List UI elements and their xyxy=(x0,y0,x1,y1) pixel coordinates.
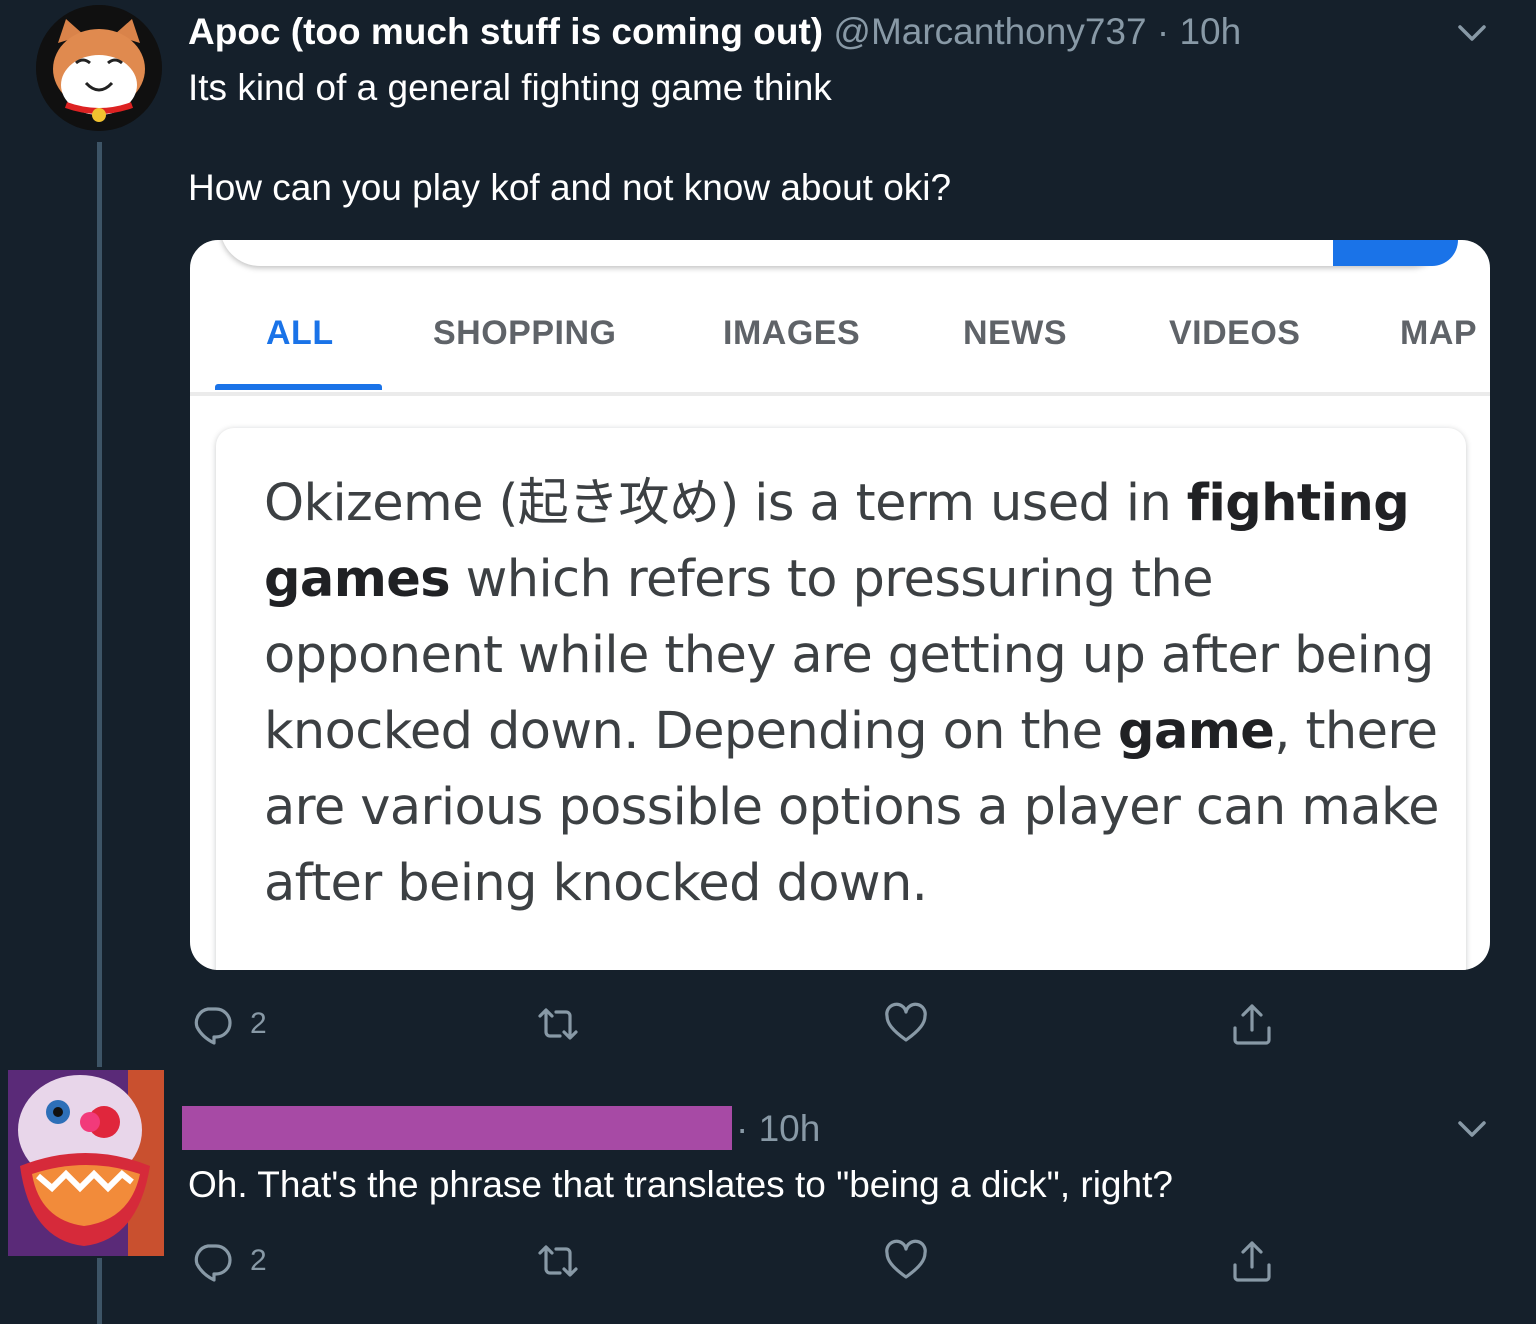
tab-images: IMAGES xyxy=(723,314,861,352)
handle[interactable]: @Marcanthony737 xyxy=(833,11,1146,52)
reply-icon xyxy=(194,1244,232,1282)
retweet-icon xyxy=(538,1008,578,1040)
retweet-button[interactable] xyxy=(536,999,596,1049)
retweet-icon xyxy=(538,1245,578,1277)
avatar[interactable] xyxy=(36,5,162,131)
like-icon xyxy=(885,1002,927,1042)
share-button[interactable] xyxy=(1230,1236,1274,1286)
retweet-button[interactable] xyxy=(536,1236,596,1286)
tab-shopping: SHOPPING xyxy=(433,314,617,352)
cat-avatar-image xyxy=(36,5,162,131)
tweet-text-line1: Its kind of a general fighting game thin… xyxy=(188,67,832,108)
search-tabs: ALL SHOPPING IMAGES NEWS VIDEOS MAP xyxy=(190,300,1490,390)
featured-snippet-card: Okizeme (起き攻め) is a term used in fightin… xyxy=(216,428,1466,970)
clown-avatar-image xyxy=(8,1070,164,1256)
reply-button[interactable]: 2 xyxy=(190,999,267,1049)
like-button[interactable] xyxy=(884,999,944,1049)
avatar[interactable] xyxy=(8,1070,164,1256)
snippet-part1: Okizeme (起き攻め) is a term used in xyxy=(264,474,1187,533)
tweet-media-image[interactable]: ALL SHOPPING IMAGES NEWS VIDEOS MAP Okiz… xyxy=(190,240,1490,970)
active-tab-underline xyxy=(215,384,382,390)
tweet-actions: 2 xyxy=(190,1236,1290,1286)
display-name[interactable]: Apoc (too much stuff is coming out) xyxy=(188,11,823,52)
tweet-text: Oh. That's the phrase that translates to… xyxy=(188,1164,1173,1205)
search-bar-remnant xyxy=(220,240,1450,266)
tab-news: NEWS xyxy=(963,314,1067,352)
share-button[interactable] xyxy=(1230,999,1274,1049)
tweet-header: Apoc (too much stuff is coming out) @Mar… xyxy=(188,10,1241,54)
tabs-divider xyxy=(190,392,1490,396)
timestamp[interactable]: 10h xyxy=(1179,11,1241,52)
reply-count: 2 xyxy=(250,1244,267,1277)
tab-videos: VIDEOS xyxy=(1169,314,1301,352)
timestamp[interactable]: 10h xyxy=(759,1108,821,1149)
tweet-text-line2: How can you play kof and not know about … xyxy=(188,167,952,208)
redacted-username xyxy=(182,1106,732,1150)
snippet-bold2: game xyxy=(1118,702,1275,761)
reply-count: 2 xyxy=(250,1007,267,1040)
like-button[interactable] xyxy=(884,1236,944,1286)
separator-dot: · xyxy=(736,1108,749,1149)
chevron-down-icon[interactable] xyxy=(1452,12,1492,52)
reply-button[interactable]: 2 xyxy=(190,1236,267,1286)
separator-dot: · xyxy=(1156,11,1170,52)
tweet-actions: 2 xyxy=(190,999,1290,1049)
tab-all: ALL xyxy=(266,314,334,352)
reply-icon xyxy=(194,1007,232,1045)
share-icon xyxy=(1233,1241,1271,1282)
featured-snippet-text: Okizeme (起き攻め) is a term used in fightin… xyxy=(264,466,1454,922)
like-icon xyxy=(885,1239,927,1279)
chevron-down-icon[interactable] xyxy=(1452,1108,1492,1148)
thread-connector-line xyxy=(97,142,102,1067)
share-icon xyxy=(1233,1004,1271,1045)
thread-connector-line-bottom xyxy=(97,1258,102,1324)
tweet-header: · 10h xyxy=(736,1107,820,1151)
search-button-remnant xyxy=(1333,240,1458,266)
tab-map: MAP xyxy=(1400,314,1478,352)
